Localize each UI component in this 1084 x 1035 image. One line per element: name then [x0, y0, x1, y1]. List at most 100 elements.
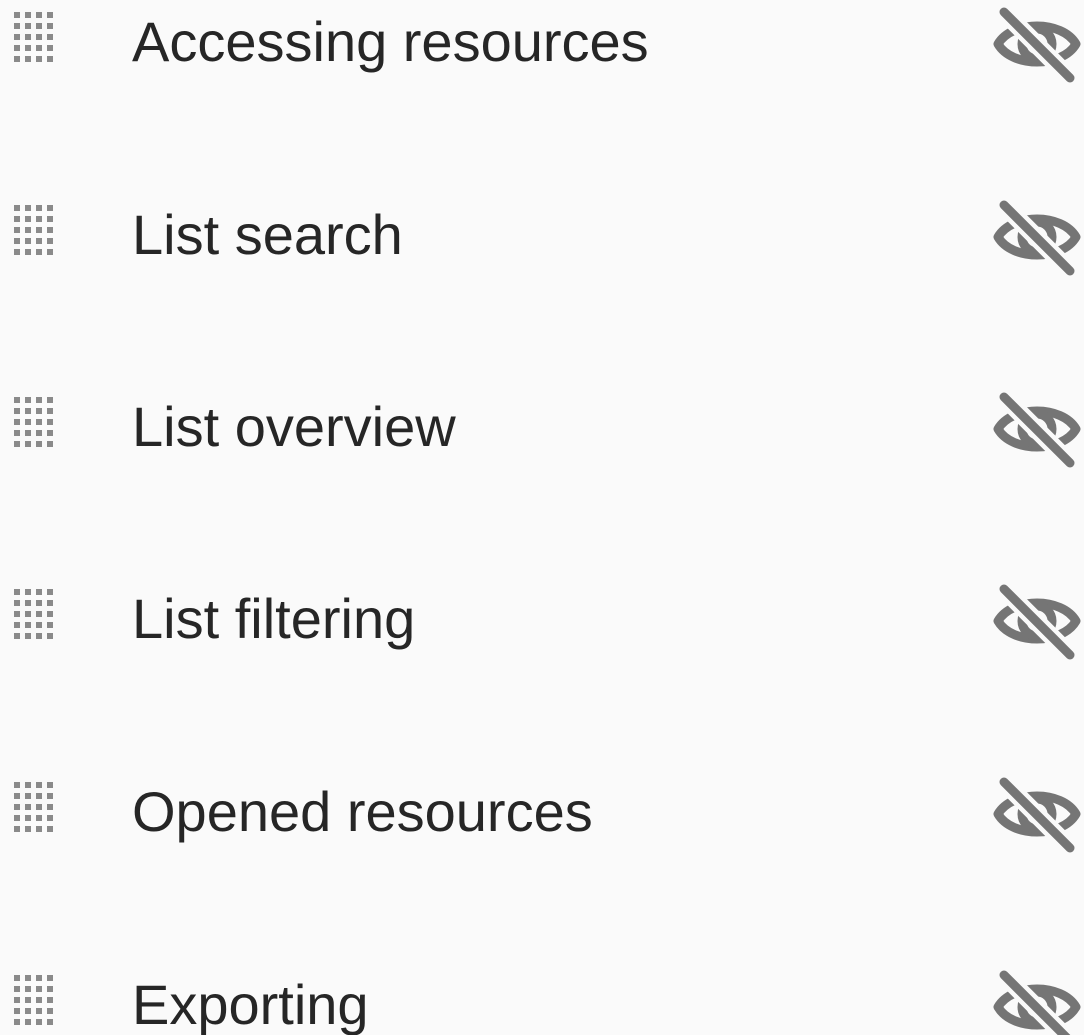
drag-handle-dot	[25, 782, 31, 788]
item-label: List search	[132, 203, 403, 266]
drag-handle-dot	[47, 12, 53, 18]
drag-handle-dot	[14, 975, 20, 981]
drag-handle-dot	[25, 397, 31, 403]
drag-handle-dot	[25, 45, 31, 51]
drag-handle-dot	[47, 986, 53, 992]
drag-handle-dot	[25, 238, 31, 244]
drag-handle-dot	[25, 56, 31, 62]
visibility-off-icon[interactable]	[990, 197, 1084, 277]
item-label: Accessing resources	[132, 10, 649, 73]
visibility-off-icon[interactable]	[990, 774, 1084, 854]
drag-handle-dot	[36, 12, 42, 18]
drag-handle-dot	[36, 589, 42, 595]
drag-handle-dot	[47, 1008, 53, 1014]
drag-handle-icon[interactable]	[14, 975, 58, 1035]
drag-handle-dot	[14, 611, 20, 617]
drag-handle-dot	[14, 782, 20, 788]
visibility-off-icon[interactable]	[990, 967, 1084, 1035]
drag-handle-dot	[25, 419, 31, 425]
drag-handle-dot	[36, 238, 42, 244]
drag-handle-dot	[25, 441, 31, 447]
drag-handle-dot	[14, 56, 20, 62]
drag-handle-icon[interactable]	[14, 12, 58, 72]
drag-handle-dot	[25, 804, 31, 810]
drag-handle-dot	[47, 397, 53, 403]
drag-handle-dot	[47, 600, 53, 606]
drag-handle-dot	[25, 633, 31, 639]
drag-handle-dot	[36, 441, 42, 447]
drag-handle-dot	[47, 782, 53, 788]
drag-handle-icon[interactable]	[14, 589, 58, 649]
drag-handle-dot	[47, 441, 53, 447]
drag-handle-dot	[47, 45, 53, 51]
drag-handle-dot	[36, 793, 42, 799]
drag-handle-dot	[47, 804, 53, 810]
drag-handle-dot	[36, 1019, 42, 1025]
drag-handle-dot	[14, 1008, 20, 1014]
drag-handle-dot	[47, 826, 53, 832]
drag-handle-dot	[25, 1019, 31, 1025]
drag-handle-icon[interactable]	[14, 397, 58, 457]
drag-handle-dot	[36, 205, 42, 211]
drag-handle-dot	[47, 56, 53, 62]
drag-handle-dot	[25, 600, 31, 606]
drag-handle-dot	[47, 419, 53, 425]
drag-handle-dot	[47, 430, 53, 436]
drag-handle-dot	[36, 397, 42, 403]
eye-slash-glyph	[993, 389, 1081, 469]
drag-handle-dot	[47, 1019, 53, 1025]
drag-handle-dot	[14, 815, 20, 821]
drag-handle-dot	[14, 589, 20, 595]
drag-handle-dot	[36, 249, 42, 255]
drag-handle-dot	[36, 815, 42, 821]
drag-handle-dot	[36, 826, 42, 832]
item-label: Opened resources	[132, 780, 593, 843]
list-item: List filtering	[0, 559, 1084, 679]
drag-handle-dot	[25, 826, 31, 832]
drag-handle-dot	[47, 997, 53, 1003]
drag-handle-dot	[47, 633, 53, 639]
drag-handle-dot	[25, 975, 31, 981]
drag-handle-dot	[36, 622, 42, 628]
drag-handle-dot	[36, 23, 42, 29]
drag-handle-dot	[36, 419, 42, 425]
drag-handle-dot	[36, 45, 42, 51]
drag-handle-dot	[47, 23, 53, 29]
drag-handle-icon[interactable]	[14, 205, 58, 265]
drag-handle-dot	[14, 216, 20, 222]
drag-handle-dot	[14, 826, 20, 832]
drag-handle-dot	[47, 815, 53, 821]
drag-handle-dot	[47, 249, 53, 255]
drag-handle-dot	[36, 804, 42, 810]
drag-handle-dot	[14, 205, 20, 211]
drag-handle-dot	[14, 408, 20, 414]
drag-handle-dot	[47, 975, 53, 981]
drag-handle-dot	[25, 34, 31, 40]
drag-handle-dot	[25, 205, 31, 211]
drag-handle-dot	[25, 216, 31, 222]
drag-handle-dot	[25, 12, 31, 18]
drag-handle-dot	[25, 227, 31, 233]
drag-handle-dot	[14, 622, 20, 628]
drag-handle-dot	[36, 782, 42, 788]
drag-handle-dot	[25, 430, 31, 436]
drag-handle-dot	[14, 441, 20, 447]
drag-handle-dot	[14, 633, 20, 639]
drag-handle-dot	[36, 997, 42, 1003]
drag-handle-dot	[14, 397, 20, 403]
drag-handle-dot	[14, 227, 20, 233]
drag-handle-dot	[36, 600, 42, 606]
drag-handle-dot	[25, 249, 31, 255]
drag-handle-dot	[14, 986, 20, 992]
drag-handle-icon[interactable]	[14, 782, 58, 842]
visibility-off-icon[interactable]	[990, 4, 1084, 84]
list-item: Accessing resources	[0, 0, 1084, 102]
visibility-off-icon[interactable]	[990, 389, 1084, 469]
drag-handle-dot	[36, 56, 42, 62]
drag-handle-dot	[36, 34, 42, 40]
drag-handle-dot	[14, 23, 20, 29]
drag-handle-dot	[25, 622, 31, 628]
drag-handle-dot	[25, 793, 31, 799]
drag-handle-dot	[47, 238, 53, 244]
visibility-off-icon[interactable]	[990, 581, 1084, 661]
